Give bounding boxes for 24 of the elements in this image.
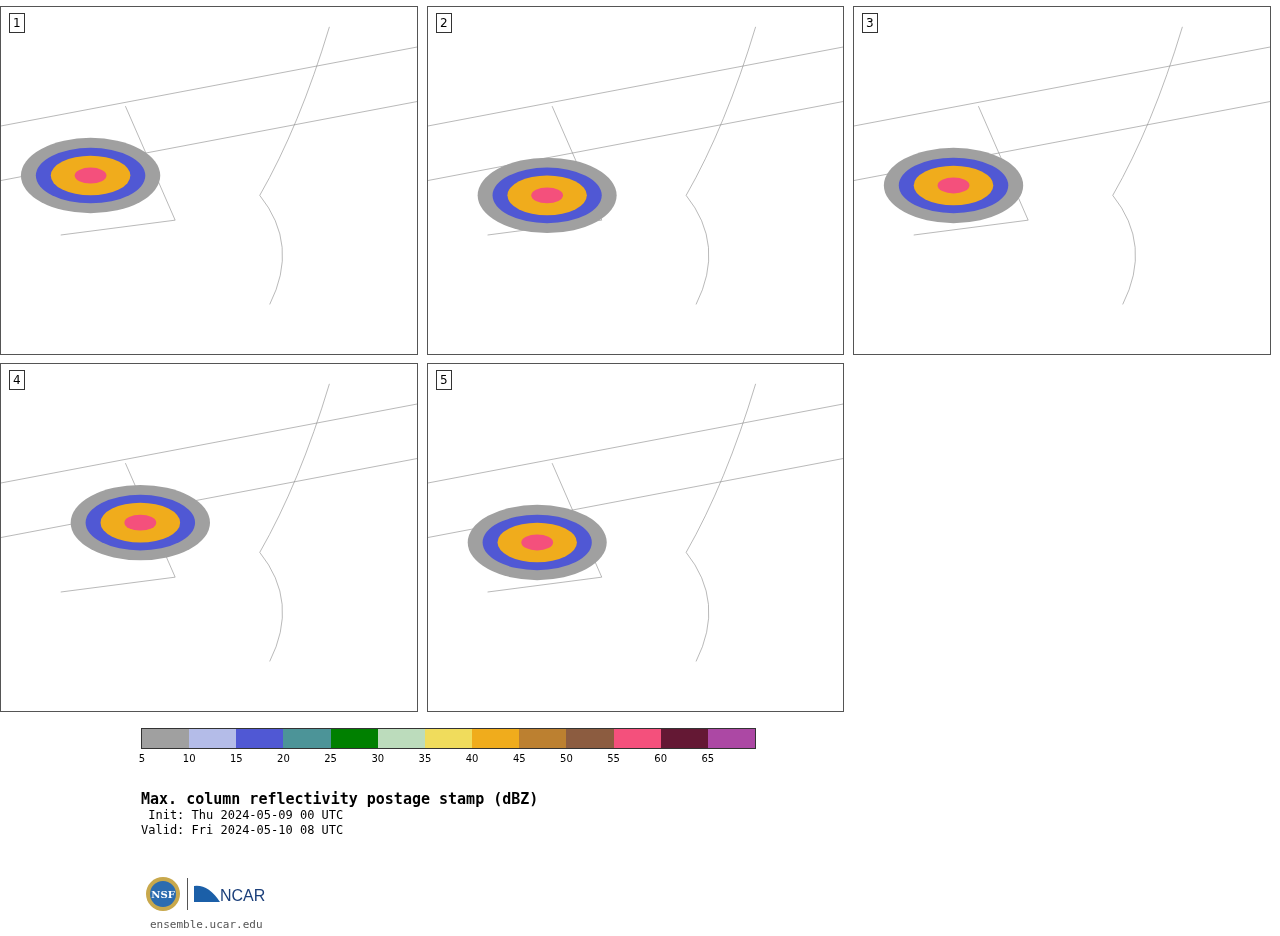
tick-label: 35: [418, 753, 432, 764]
tick-label: 60: [654, 753, 668, 764]
panel-number-label: 2: [436, 13, 452, 33]
tick-label: 5: [138, 753, 146, 764]
website-address: ensemble.ucar.edu: [150, 918, 264, 931]
tick-label: 45: [512, 753, 526, 764]
tick-label: 50: [560, 753, 573, 764]
panel-number-label: 3: [862, 13, 878, 33]
panel-number-label: 5: [436, 370, 452, 390]
tick-label: 20: [277, 753, 290, 764]
info-text: Init: Thu 2024-05-09 00 UTC: [147, 808, 345, 823]
tick-label: 25: [324, 753, 337, 764]
tick-label: 30: [371, 753, 385, 764]
tick-label: 40: [465, 753, 479, 764]
tick-label: 15: [229, 753, 243, 764]
chart-title: Max. column reflectivity postage stamp (dBZ): [141, 790, 540, 808]
tick-label: 10: [182, 753, 196, 764]
panel-number-label: 4: [9, 370, 25, 390]
panel-number-label: 1: [9, 13, 25, 33]
seal-logo: NSF: [145, 876, 181, 912]
tick-label: 55: [607, 753, 620, 764]
ncar-logo: NCAR: [194, 884, 266, 904]
tick-label: 65: [701, 753, 715, 764]
info-text: Valid: Fri 2024-05-10 08 UTC: [141, 823, 345, 838]
